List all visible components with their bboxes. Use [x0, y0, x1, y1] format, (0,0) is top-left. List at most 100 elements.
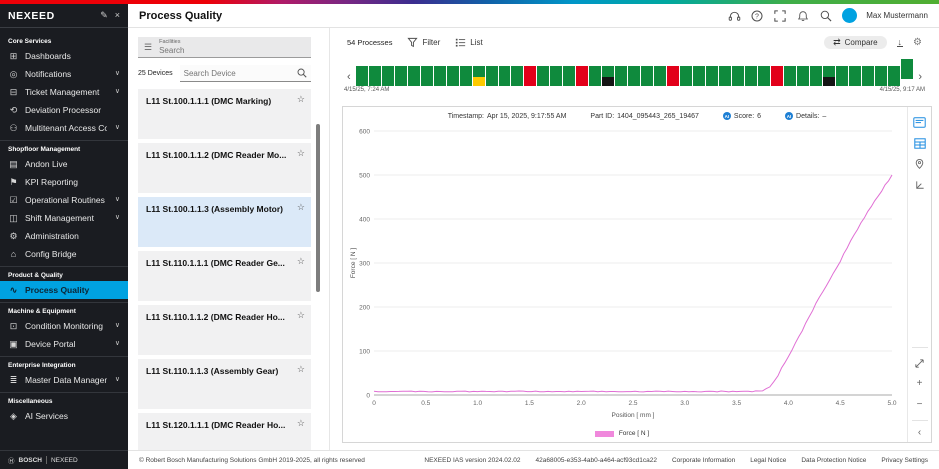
edit-icon[interactable]: ✎	[100, 10, 108, 21]
table-view-icon[interactable]	[913, 137, 927, 149]
list-view-button[interactable]: List	[455, 37, 482, 48]
headset-icon[interactable]	[727, 10, 741, 22]
sidebar-item-notifications[interactable]: ◎Notifications∨	[0, 65, 128, 83]
process-status-block[interactable]	[382, 66, 394, 86]
sidebar-item-device-portal[interactable]: ▣Device Portal∨	[0, 335, 128, 353]
device-card[interactable]: L11 St.110.1.1.3 (Assembly Gear)☆	[138, 359, 311, 409]
resize-icon[interactable]	[913, 357, 927, 369]
process-status-block[interactable]	[693, 66, 705, 86]
sidebar-item-process-quality[interactable]: ∿Process Quality	[0, 281, 128, 299]
facilities-search-input[interactable]	[159, 46, 279, 55]
footer-link-data-protection-notice[interactable]: Data Protection Notice	[801, 457, 866, 464]
device-card[interactable]: L11 St.110.1.1.1 (DMC Reader Ge...☆	[138, 251, 311, 301]
process-status-block[interactable]	[563, 66, 575, 86]
axes-icon[interactable]	[913, 179, 927, 191]
process-status-block[interactable]	[901, 59, 913, 79]
process-status-block[interactable]	[680, 66, 692, 86]
zoom-in-icon[interactable]: +	[913, 378, 927, 390]
sidebar-item-ai-services[interactable]: ◈AI Services	[0, 407, 128, 425]
favorite-star-icon[interactable]: ☆	[297, 256, 305, 267]
process-status-block[interactable]	[473, 66, 485, 86]
process-status-block[interactable]	[537, 66, 549, 86]
process-status-block[interactable]	[615, 66, 627, 86]
favorite-star-icon[interactable]: ☆	[297, 148, 305, 159]
sidebar-item-operational-routines[interactable]: ☑Operational Routines∨	[0, 191, 128, 209]
process-status-block[interactable]	[810, 66, 822, 86]
process-status-block[interactable]	[434, 66, 446, 86]
favorite-star-icon[interactable]: ☆	[297, 202, 305, 213]
process-status-block[interactable]	[771, 66, 783, 86]
process-status-block[interactable]	[524, 66, 536, 86]
device-card[interactable]: L11 St.100.1.1.1 (DMC Marking)☆	[138, 89, 311, 139]
process-status-block[interactable]	[654, 66, 666, 86]
scrollbar-thumb[interactable]	[316, 124, 320, 292]
facilities-search-box[interactable]: ☰ Facilities	[138, 37, 311, 58]
process-status-block[interactable]	[447, 66, 459, 86]
process-status-block[interactable]	[706, 66, 718, 86]
location-pin-icon[interactable]	[913, 158, 927, 170]
sidebar-item-deviation-processor[interactable]: ⟲Deviation Processor	[0, 101, 128, 119]
menu-icon[interactable]: ☰	[144, 42, 152, 53]
avatar[interactable]	[842, 8, 857, 23]
collapse-panel-icon[interactable]: ‹	[913, 430, 927, 442]
filter-button[interactable]: Filter	[407, 37, 440, 48]
process-status-block[interactable]	[836, 66, 848, 86]
process-status-block[interactable]	[408, 66, 420, 86]
process-status-block[interactable]	[550, 66, 562, 86]
process-status-block[interactable]	[628, 66, 640, 86]
force-position-chart[interactable]: 010020030040050060000.51.01.52.02.53.03.…	[348, 123, 904, 423]
footer-link-legal-notice[interactable]: Legal Notice	[750, 457, 786, 464]
process-status-block[interactable]	[511, 66, 523, 86]
process-status-block[interactable]	[758, 66, 770, 86]
sidebar-item-kpi-reporting[interactable]: ⚑KPI Reporting	[0, 173, 128, 191]
process-status-block[interactable]	[576, 66, 588, 86]
process-status-block[interactable]	[589, 66, 601, 86]
zoom-out-icon[interactable]: −	[913, 399, 927, 411]
sidebar-item-condition-monitoring[interactable]: ⊡Condition Monitoring∨	[0, 317, 128, 335]
process-status-block[interactable]	[641, 66, 653, 86]
sidebar-item-shift-management[interactable]: ◫Shift Management∨	[0, 209, 128, 227]
timeline-prev-icon[interactable]: ‹	[346, 71, 352, 86]
process-status-block[interactable]	[888, 66, 900, 86]
favorite-star-icon[interactable]: ☆	[297, 94, 305, 105]
process-status-block[interactable]	[732, 66, 744, 86]
process-status-block[interactable]	[875, 66, 887, 86]
fullscreen-icon[interactable]	[773, 10, 787, 22]
process-status-block[interactable]	[719, 66, 731, 86]
sidebar-item-administration[interactable]: ⚙Administration	[0, 227, 128, 245]
notifications-bell-icon[interactable]	[796, 10, 810, 22]
sidebar-item-multitenant-access-control[interactable]: ⚇Multitenant Access Control∨	[0, 119, 128, 137]
footer-link-privacy-settings[interactable]: Privacy Settings	[881, 457, 928, 464]
sidebar-item-config-bridge[interactable]: ⌂Config Bridge	[0, 245, 128, 263]
search-icon[interactable]	[819, 10, 833, 22]
sidebar-item-master-data-management[interactable]: ≣Master Data Management∨	[0, 371, 128, 389]
process-status-block[interactable]	[395, 66, 407, 86]
device-search-box[interactable]	[180, 65, 311, 82]
process-status-block[interactable]	[486, 66, 498, 86]
close-icon[interactable]: ×	[115, 10, 120, 21]
device-card[interactable]: L11 St.100.1.1.2 (DMC Reader Mo...☆	[138, 143, 311, 193]
favorite-star-icon[interactable]: ☆	[297, 418, 305, 429]
process-status-block[interactable]	[356, 66, 368, 86]
device-card[interactable]: L11 St.100.1.1.3 (Assembly Motor)☆	[138, 197, 311, 247]
download-icon[interactable]: ↓	[897, 38, 904, 47]
footer-link-corporate-information[interactable]: Corporate Information	[672, 457, 735, 464]
process-status-block[interactable]	[745, 66, 757, 86]
compare-button[interactable]: ⇄ Compare	[824, 36, 886, 49]
process-status-block[interactable]	[421, 66, 433, 86]
favorite-star-icon[interactable]: ☆	[297, 310, 305, 321]
help-icon[interactable]: ?	[750, 10, 764, 22]
device-card[interactable]: L11 St.110.1.1.2 (DMC Reader Ho...☆	[138, 305, 311, 355]
process-status-block[interactable]	[849, 66, 861, 86]
timeline-next-icon[interactable]: ›	[917, 71, 923, 86]
device-search-input[interactable]	[184, 69, 294, 78]
process-status-block[interactable]	[784, 66, 796, 86]
sidebar-item-dashboards[interactable]: ⊞Dashboards	[0, 47, 128, 65]
card-view-icon[interactable]	[913, 116, 927, 128]
process-status-block[interactable]	[460, 66, 472, 86]
process-status-block[interactable]	[499, 66, 511, 86]
process-status-block[interactable]	[797, 66, 809, 86]
favorite-star-icon[interactable]: ☆	[297, 364, 305, 375]
process-status-block[interactable]	[667, 66, 679, 86]
gear-icon[interactable]: ⚙	[913, 38, 922, 48]
